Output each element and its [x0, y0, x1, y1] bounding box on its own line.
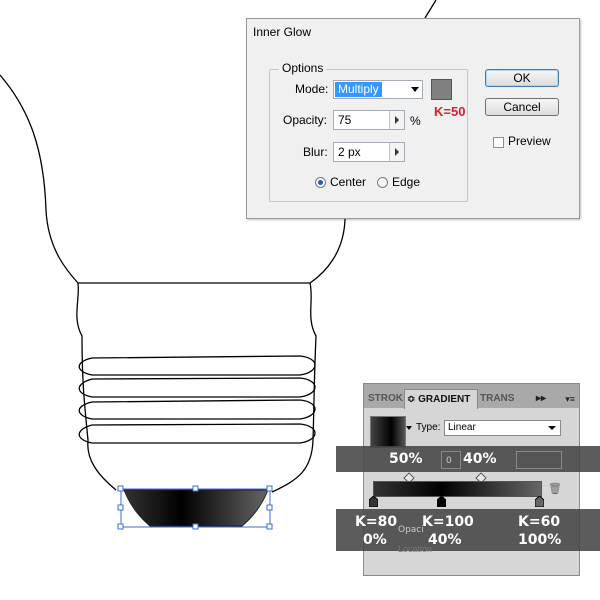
ok-button[interactable]: OK [485, 69, 559, 87]
gradient-stop[interactable] [437, 496, 446, 507]
panel-menu-icon[interactable]: ▾≡ [565, 394, 575, 405]
trash-icon[interactable]: 🗑 [548, 482, 562, 495]
thread-4 [78, 423, 316, 444]
angle-overlay: 0 50% 40% [336, 446, 600, 472]
stop-2-k: K=100 [422, 514, 474, 530]
inner-glow-dialog: Inner Glow Options Mode: Multiply Opacit… [246, 18, 580, 219]
opacity-faded-label: Opaci [398, 525, 424, 535]
options-legend: Options [279, 61, 327, 75]
stop-1-k: K=80 [355, 514, 398, 530]
edge-radio[interactable] [377, 177, 388, 188]
opacity-value: 75 [338, 113, 352, 127]
bulb-glass-left [0, 74, 79, 284]
blur-field[interactable]: 2 px [333, 142, 405, 162]
stop-3-location: 100% [518, 532, 562, 548]
location-faded-label: Location [398, 544, 433, 554]
preview-checkbox[interactable] [493, 137, 504, 148]
bulb-glass-right [309, 218, 346, 284]
chevron-down-icon [411, 87, 419, 92]
opacity-field[interactable]: 75 [333, 110, 405, 130]
center-radio[interactable] [315, 177, 326, 188]
chevron-down-icon[interactable] [405, 422, 413, 434]
type-select[interactable]: Linear [444, 420, 561, 436]
bulb-contact-tip [123, 489, 269, 527]
bulb-top-line [424, 0, 437, 19]
overlay-right-percent: 40% [463, 451, 497, 467]
stops-overlay: Opaci K=80 0% K=100 40% K=60 100% [336, 509, 600, 551]
mode-select[interactable]: Multiply [333, 80, 423, 99]
thread-2 [78, 377, 316, 398]
dialog-title: Inner Glow [253, 25, 312, 39]
overlay-left-percent: 50% [389, 451, 423, 467]
cancel-button[interactable]: Cancel [485, 98, 559, 116]
mode-label: Mode: [295, 82, 329, 96]
preview-label: Preview [508, 134, 551, 148]
base-left [76, 282, 117, 491]
mode-value: Multiply [335, 82, 382, 97]
tab-transparency[interactable]: TRANS [480, 389, 518, 408]
panel-expand-icon[interactable]: ▸▸ [536, 389, 552, 408]
gradient-stop[interactable] [369, 496, 378, 507]
blur-value: 2 px [338, 145, 361, 159]
type-label: Type: [416, 422, 441, 433]
base-right [271, 282, 317, 493]
glow-color-swatch[interactable] [431, 79, 452, 100]
opacity-label: Opacity: [283, 113, 328, 127]
angle-value: 0 [446, 456, 452, 466]
opacity-unit: % [410, 114, 421, 128]
tab-stroke[interactable]: STROK [368, 389, 406, 408]
gradient-thumbnail[interactable] [370, 416, 406, 448]
aspect-field[interactable] [516, 451, 562, 469]
stop-3-k: K=60 [518, 514, 561, 530]
center-label: Center [330, 175, 367, 189]
stop-1-location: 0% [363, 532, 387, 548]
stop-2-location: 40% [428, 532, 462, 548]
thread-3 [78, 399, 316, 420]
gradient-ramp[interactable] [373, 481, 542, 497]
swatch-annotation: K=50 [434, 104, 466, 119]
gradient-stop[interactable] [535, 496, 544, 507]
thread-1 [78, 355, 316, 376]
blur-label: Blur: [303, 145, 328, 159]
opacity-stepper[interactable] [389, 111, 404, 129]
edge-label: Edge [392, 175, 421, 189]
tab-gradient[interactable]: ≎ GRADIENT [404, 389, 478, 409]
blur-stepper[interactable] [389, 143, 404, 161]
